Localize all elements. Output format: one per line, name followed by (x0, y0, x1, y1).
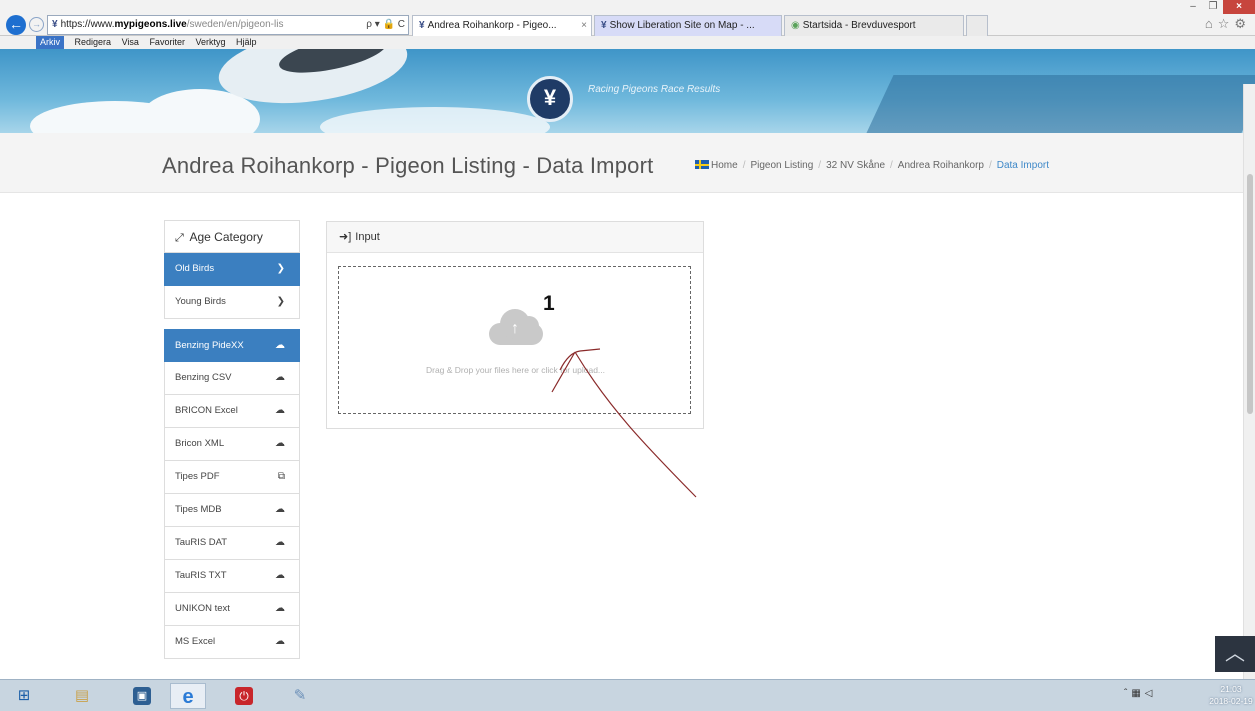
page-scrollbar[interactable] (1243, 84, 1255, 679)
volume-icon[interactable]: ◁ (1145, 688, 1157, 699)
start-button-icon[interactable]: ⊞ (6, 683, 42, 709)
file-explorer-icon[interactable]: ▤ (64, 683, 100, 709)
scroll-thumb[interactable] (1247, 174, 1253, 414)
app-icon[interactable]: ▣ (124, 683, 160, 709)
paint-icon[interactable]: ✎ (282, 683, 318, 709)
internet-explorer-icon[interactable]: e (170, 683, 206, 709)
annotation-arrow (551, 348, 697, 498)
taskbar-clock[interactable]: 21:03 2018-02-19 (1208, 683, 1254, 707)
windows-taskbar: ⊞ ▤ ▣ e ⏻ ✎ ˆ▦◁ 21:03 2018-02-19 (0, 679, 1255, 711)
back-to-top-button[interactable]: ︿ (1215, 636, 1255, 672)
power-app-icon[interactable]: ⏻ (226, 683, 262, 709)
network-icon[interactable]: ▦ (1131, 688, 1144, 699)
system-tray: ˆ▦◁ (1124, 688, 1157, 699)
